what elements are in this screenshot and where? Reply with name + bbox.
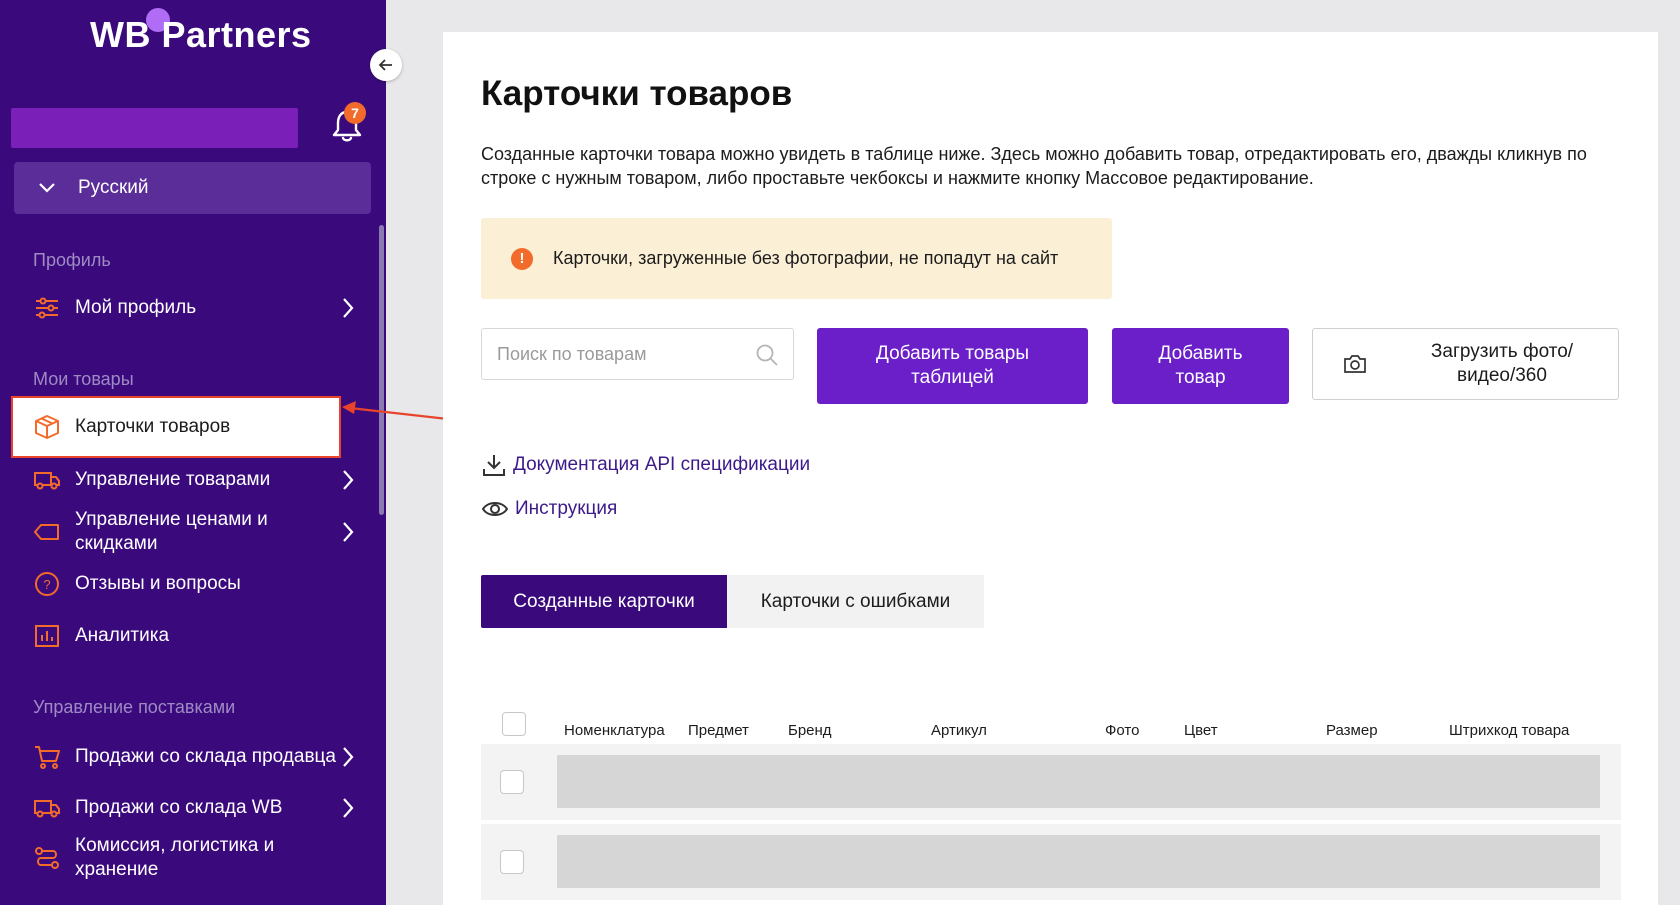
button-label-line: Добавить товары xyxy=(876,343,1029,364)
sidebar-item-label: Отзывы и вопросы xyxy=(75,573,241,594)
sidebar-item-label: Комиссия, логистика и хранение xyxy=(75,835,275,880)
sidebar-item-label: Продажи со склада продавца xyxy=(75,746,336,767)
section-title-my-goods: Мои товары xyxy=(33,369,134,389)
chevron-right-icon xyxy=(341,797,355,819)
button-label-line: товар xyxy=(1175,367,1226,388)
sidebar-item-commission[interactable]: Комиссия, логистика и хранение xyxy=(11,834,377,882)
account-selector[interactable] xyxy=(11,108,298,148)
row-placeholder xyxy=(557,755,1600,808)
language-select[interactable]: Русский xyxy=(14,162,371,214)
sidebar-item-goods-management[interactable]: Управление товарами xyxy=(11,466,377,494)
collapse-sidebar-button[interactable] xyxy=(370,49,402,81)
warning-text: Карточки, загруженные без фотографии, не… xyxy=(553,248,1059,268)
column-header: Штрихкод товара xyxy=(1449,722,1570,739)
column-header: Цвет xyxy=(1184,722,1218,739)
sidebar-item-my-profile[interactable]: Мой профиль xyxy=(11,294,377,322)
instruction-link-text: Инструкция xyxy=(515,498,618,519)
language-label: Русский xyxy=(78,177,149,198)
warning-banner: ! Карточки, загруженные без фотографии, … xyxy=(481,218,1112,299)
section-title-supply: Управление поставками xyxy=(33,697,236,717)
arrow-left-icon xyxy=(378,59,392,71)
column-header: Артикул xyxy=(931,722,987,739)
chart-icon xyxy=(33,622,61,650)
add-item-button[interactable]: Добавить товар xyxy=(1112,328,1289,404)
download-icon xyxy=(481,452,507,478)
sidebar-item-seller-warehouse[interactable]: Продажи со склада продавца xyxy=(11,743,377,771)
svg-text:?: ? xyxy=(43,577,50,592)
tab-error-cards[interactable]: Карточки с ошибками xyxy=(727,575,984,628)
table-row[interactable] xyxy=(481,824,1621,900)
tag-icon xyxy=(33,518,61,546)
truck-icon xyxy=(33,794,61,822)
chevron-right-icon xyxy=(341,521,355,543)
truck-icon xyxy=(33,466,61,494)
search-icon[interactable] xyxy=(755,343,779,367)
sidebar: WB Partners 7 Русский Профиль Мой профил… xyxy=(0,0,386,905)
column-header: Размер xyxy=(1326,722,1378,739)
search-placeholder: Поиск по товарам xyxy=(497,343,647,364)
row-checkbox[interactable] xyxy=(500,770,524,794)
sidebar-item-analytics[interactable]: Аналитика xyxy=(11,622,377,650)
button-label-line: видео/360 xyxy=(1457,365,1547,386)
row-placeholder xyxy=(557,835,1600,888)
sidebar-item-label: Мой профиль xyxy=(75,297,197,318)
notification-badge: 7 xyxy=(344,102,366,124)
column-header: Номенклатура xyxy=(564,722,665,739)
main-content: Карточки товаров Созданные карточки това… xyxy=(443,32,1658,905)
instruction-link[interactable]: Инструкция xyxy=(481,498,617,520)
api-docs-link[interactable]: Документация API спецификации xyxy=(481,452,810,478)
sidebar-item-label: Аналитика xyxy=(75,625,170,646)
sidebar-item-label: Карточки товаров xyxy=(75,416,231,437)
question-icon: ? xyxy=(33,570,61,598)
button-label-line: Загрузить фото/ xyxy=(1430,341,1574,362)
chevron-right-icon xyxy=(341,469,355,491)
sidebar-item-label: Управление ценами и скидками xyxy=(75,509,268,554)
button-label-line: таблицей xyxy=(911,367,994,388)
column-header: Предмет xyxy=(688,722,749,739)
column-header: Бренд xyxy=(788,722,832,739)
row-checkbox[interactable] xyxy=(500,850,524,874)
add-goods-table-button[interactable]: Добавить товары таблицей xyxy=(817,328,1088,404)
route-icon xyxy=(33,844,61,872)
api-docs-link-text: Документация API спецификации xyxy=(513,454,811,475)
logo: WB Partners xyxy=(90,14,312,55)
chevron-down-icon xyxy=(38,182,56,194)
sidebar-item-reviews[interactable]: ? Отзывы и вопросы xyxy=(11,570,377,598)
chevron-right-icon xyxy=(341,746,355,768)
button-label-line: Добавить xyxy=(1158,343,1243,364)
sidebar-item-wb-warehouse[interactable]: Продажи со склада WB xyxy=(11,794,377,822)
search-input[interactable]: Поиск по товарам xyxy=(481,328,794,380)
page-description: Созданные карточки товара можно увидеть … xyxy=(481,144,1587,188)
table-header: Номенклатура Предмет Бренд Артикул Фото … xyxy=(481,702,1621,739)
eye-icon xyxy=(481,499,509,519)
camera-icon xyxy=(1343,354,1367,374)
table-row[interactable] xyxy=(481,744,1621,820)
cart-icon xyxy=(33,743,61,771)
sliders-icon xyxy=(33,294,61,322)
page-title: Карточки товаров xyxy=(481,74,793,113)
tab-created-cards[interactable]: Созданные карточки xyxy=(481,575,727,628)
section-title-profile: Профиль xyxy=(33,250,111,270)
upload-media-button[interactable]: Загрузить фото/ видео/360 xyxy=(1312,328,1619,400)
column-header: Фото xyxy=(1105,722,1140,739)
exclamation-icon: ! xyxy=(511,247,533,270)
sidebar-item-label: Управление товарами xyxy=(75,469,271,490)
box-icon xyxy=(33,413,61,441)
select-all-checkbox[interactable] xyxy=(502,712,526,736)
sidebar-item-product-cards[interactable]: Карточки товаров xyxy=(11,396,341,458)
chevron-right-icon xyxy=(341,297,355,319)
sidebar-scrollbar[interactable] xyxy=(379,225,384,515)
sidebar-item-price-management[interactable]: Управление ценами и скидками xyxy=(11,508,377,556)
sidebar-item-label: Продажи со склада WB xyxy=(75,797,283,818)
tabs: Созданные карточки Карточки с ошибками xyxy=(481,575,984,628)
